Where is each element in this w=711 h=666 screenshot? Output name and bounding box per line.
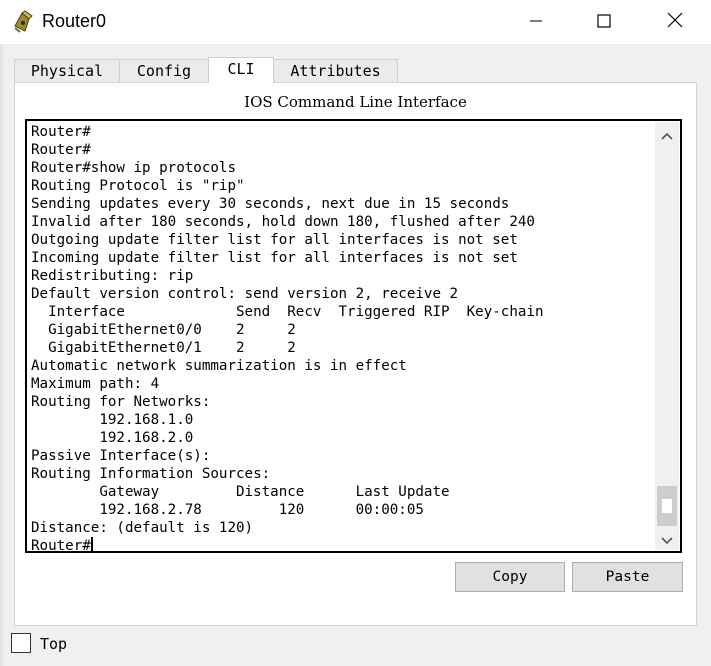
terminal-lines: Router# Router# Router#show ip protocols… [31,124,544,536]
maximize-button[interactable] [581,0,627,44]
close-icon [667,12,683,32]
text-cursor [90,537,93,551]
terminal-line: Outgoing update filter list for all inte… [31,232,518,248]
terminal-line: GigabitEthernet0/0 2 2 [48,322,296,338]
terminal-output: Router# Router# Router#show ip protocols… [31,123,651,553]
terminal-line: Gateway Distance Last Update [99,484,450,500]
vertical-scrollbar[interactable] [655,122,679,550]
terminal-line: GigabitEthernet0/1 2 2 [48,340,296,356]
window-edge [0,44,3,666]
terminal-line: Incoming update filter list for all inte… [31,250,518,266]
terminal-line: Maximum path: 4 [31,376,160,392]
tab-cli[interactable]: CLI [208,57,274,83]
terminal-line: 192.168.2.0 [99,430,194,446]
window-title: Router0 [42,11,107,31]
scrollbar-thumb[interactable] [657,486,677,526]
terminal-line: Routing Information Sources: [31,466,271,482]
terminal-line: Redistributing: rip [31,268,194,284]
tab-attributes[interactable]: Attributes [273,59,398,82]
tab-physical[interactable]: Physical [14,59,120,82]
terminal-line: 192.168.1.0 [99,412,194,428]
terminal-line: Invalid after 180 seconds, hold down 180… [31,214,535,230]
terminal-line: Routing for Networks: [31,394,211,410]
terminal-line: Passive Interface(s): [31,448,211,464]
minimize-icon [529,13,543,32]
terminal-line: Distance: (default is 120) [31,520,254,536]
top-checkbox[interactable] [11,633,31,653]
terminal-line: 192.168.2.78 120 00:00:05 [99,502,424,518]
copy-button[interactable]: Copy [455,562,565,592]
terminal-line: Interface Send Recv Triggered RIP Key-ch… [48,304,544,320]
scroll-down-button[interactable] [655,530,679,548]
terminal-line: Routing Protocol is "rip" [31,178,245,194]
terminal-line: Router# [31,142,91,158]
chevron-down-icon [661,530,673,549]
terminal-line: Default version control: send version 2,… [31,286,459,302]
terminal-line: Sending updates every 30 seconds, next d… [31,196,510,212]
cli-terminal[interactable]: Router# Router# Router#show ip protocols… [25,119,682,553]
maximize-icon [597,13,611,32]
router-app-icon [12,10,36,34]
terminal-prompt: Router# [31,538,91,553]
tab-config[interactable]: Config [119,59,209,82]
close-button[interactable] [652,0,698,44]
top-checkbox-label: Top [40,635,68,653]
title-bar: Router0 [0,0,711,45]
minimize-button[interactable] [513,0,559,44]
terminal-line: Router# [31,124,91,140]
scroll-up-button[interactable] [655,125,679,143]
terminal-line: Router#show ip protocols [31,160,236,176]
terminal-line: Automatic network summarization is in ef… [31,358,407,374]
chevron-up-icon [661,125,673,144]
cli-heading: IOS Command Line Interface [244,93,467,111]
paste-button[interactable]: Paste [572,562,683,592]
